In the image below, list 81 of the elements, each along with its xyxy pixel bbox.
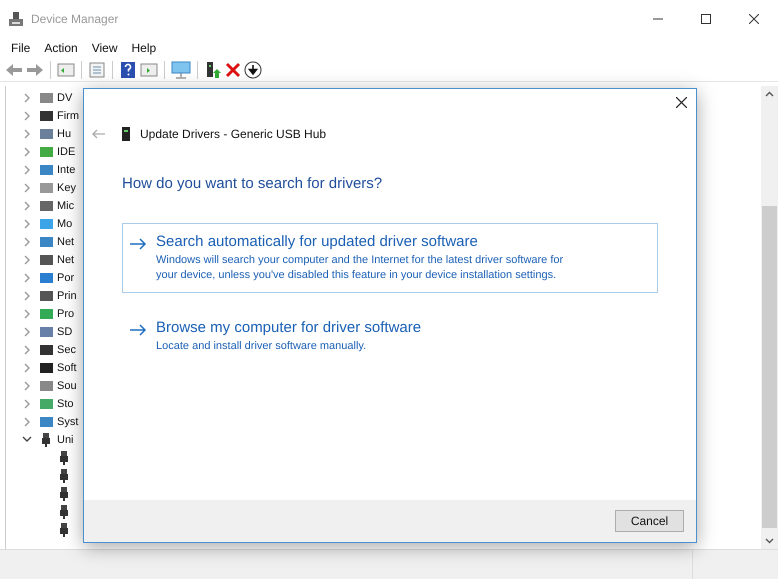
expand-chevron-icon[interactable] (22, 381, 32, 391)
expand-chevron-icon[interactable] (22, 219, 32, 229)
monitor-icon[interactable] (171, 60, 191, 78)
scroll-down-icon[interactable] (765, 538, 774, 544)
delete-icon[interactable] (225, 62, 241, 78)
expand-chevron-icon[interactable] (22, 237, 32, 247)
tree-item[interactable]: Pro (57, 306, 74, 322)
close-icon[interactable] (676, 97, 687, 108)
device-icon (122, 127, 130, 141)
tree-item[interactable]: Syst (57, 414, 78, 430)
tree-item[interactable]: Net (57, 234, 74, 250)
tree-item[interactable]: Firm (57, 108, 79, 124)
expand-chevron-icon[interactable] (22, 201, 32, 211)
usb-plug-icon (60, 469, 68, 483)
arrow-icon (129, 324, 147, 336)
option-title: Search automatically for updated driver software (156, 232, 479, 250)
tree-item[interactable]: Mic (57, 198, 74, 214)
menu-item[interactable]: View (84, 39, 124, 57)
expand-chevron-icon[interactable] (22, 363, 32, 373)
tree-item[interactable]: Uni (57, 432, 74, 448)
help-icon[interactable] (119, 60, 137, 78)
usb-plug-icon (42, 433, 50, 447)
tree-item[interactable]: Inte (57, 162, 76, 178)
expand-chevron-icon[interactable] (22, 309, 32, 319)
option-link[interactable]: Browse my computer for driver software Locate and install driver software manually. (122, 308, 658, 364)
tree-item[interactable]: Mo (57, 216, 72, 232)
tree-item[interactable]: Key (57, 180, 76, 196)
expand-chevron-icon[interactable] (22, 147, 32, 157)
usb-plug-icon (60, 523, 68, 537)
tree-item[interactable]: Sou (57, 378, 77, 394)
arrow-icon (129, 238, 147, 250)
tree-item[interactable]: Sec (57, 342, 76, 358)
forward-arrow-icon[interactable] (26, 62, 44, 78)
tree-item[interactable]: Sto (57, 396, 74, 412)
scrollbar-thumb[interactable] (762, 206, 777, 528)
tree-item[interactable]: Prin (57, 288, 77, 304)
expand-chevron-icon[interactable] (22, 345, 32, 355)
tree-item[interactable]: Soft (57, 360, 77, 376)
expand-chevron-icon[interactable] (22, 255, 32, 265)
app-icon (8, 11, 24, 27)
window-icon[interactable] (140, 62, 158, 78)
expand-chevron-icon[interactable] (22, 93, 32, 103)
expand-chevron-icon[interactable] (22, 417, 32, 427)
expand-chevron-icon[interactable] (22, 291, 32, 301)
expand-chevron-icon[interactable] (22, 399, 32, 409)
tree-item[interactable]: IDE (57, 144, 76, 160)
menu-item[interactable]: Help (124, 39, 164, 57)
window-icon[interactable] (57, 62, 75, 78)
properties-icon[interactable] (88, 62, 106, 78)
dialog-heading: How do you want to search for drivers? (122, 174, 384, 194)
expand-chevron-icon[interactable] (22, 327, 32, 337)
expand-chevron-icon[interactable] (22, 165, 32, 175)
scrollbar[interactable] (761, 86, 778, 549)
menu-item[interactable]: File (4, 39, 38, 57)
back-arrow-icon[interactable] (5, 62, 23, 78)
usb-plug-icon (60, 505, 68, 519)
tree-item[interactable]: DV (57, 90, 72, 106)
scroll-up-icon[interactable] (765, 91, 774, 97)
usb-plug-icon (60, 451, 68, 465)
tree-item[interactable]: SD (57, 324, 72, 340)
cancel-button[interactable]: Cancel (615, 510, 684, 532)
add-driver-icon[interactable] (204, 60, 222, 78)
option-description: Windows will search your computer and the Internet for the latest driver software for your device, unless you've disabled this feature in your device installation settings. (156, 252, 564, 282)
expand-chevron-icon[interactable] (22, 273, 32, 283)
dialog-title: Update Drivers - Generic USB Hub (140, 126, 326, 143)
window-title: Device Manager (31, 11, 118, 28)
close-icon[interactable] (749, 14, 759, 24)
expand-chevron-icon[interactable] (22, 129, 32, 139)
usb-plug-icon (60, 487, 68, 501)
menu-item[interactable]: Action (37, 39, 85, 57)
maximize-icon[interactable] (701, 14, 711, 24)
option-link[interactable] (122, 222, 658, 292)
option-title: Browse my computer for driver software (156, 318, 422, 336)
option-description: Locate and install driver software manually. (156, 338, 368, 354)
expand-chevron-icon[interactable] (22, 111, 32, 121)
tree-item[interactable]: Net (57, 252, 74, 268)
tree-item[interactable]: Por (57, 270, 74, 286)
back-arrow-icon[interactable] (92, 129, 106, 139)
tree-item[interactable]: Hu (57, 126, 72, 142)
expand-chevron-icon[interactable] (22, 183, 32, 193)
download-icon[interactable] (244, 60, 262, 78)
